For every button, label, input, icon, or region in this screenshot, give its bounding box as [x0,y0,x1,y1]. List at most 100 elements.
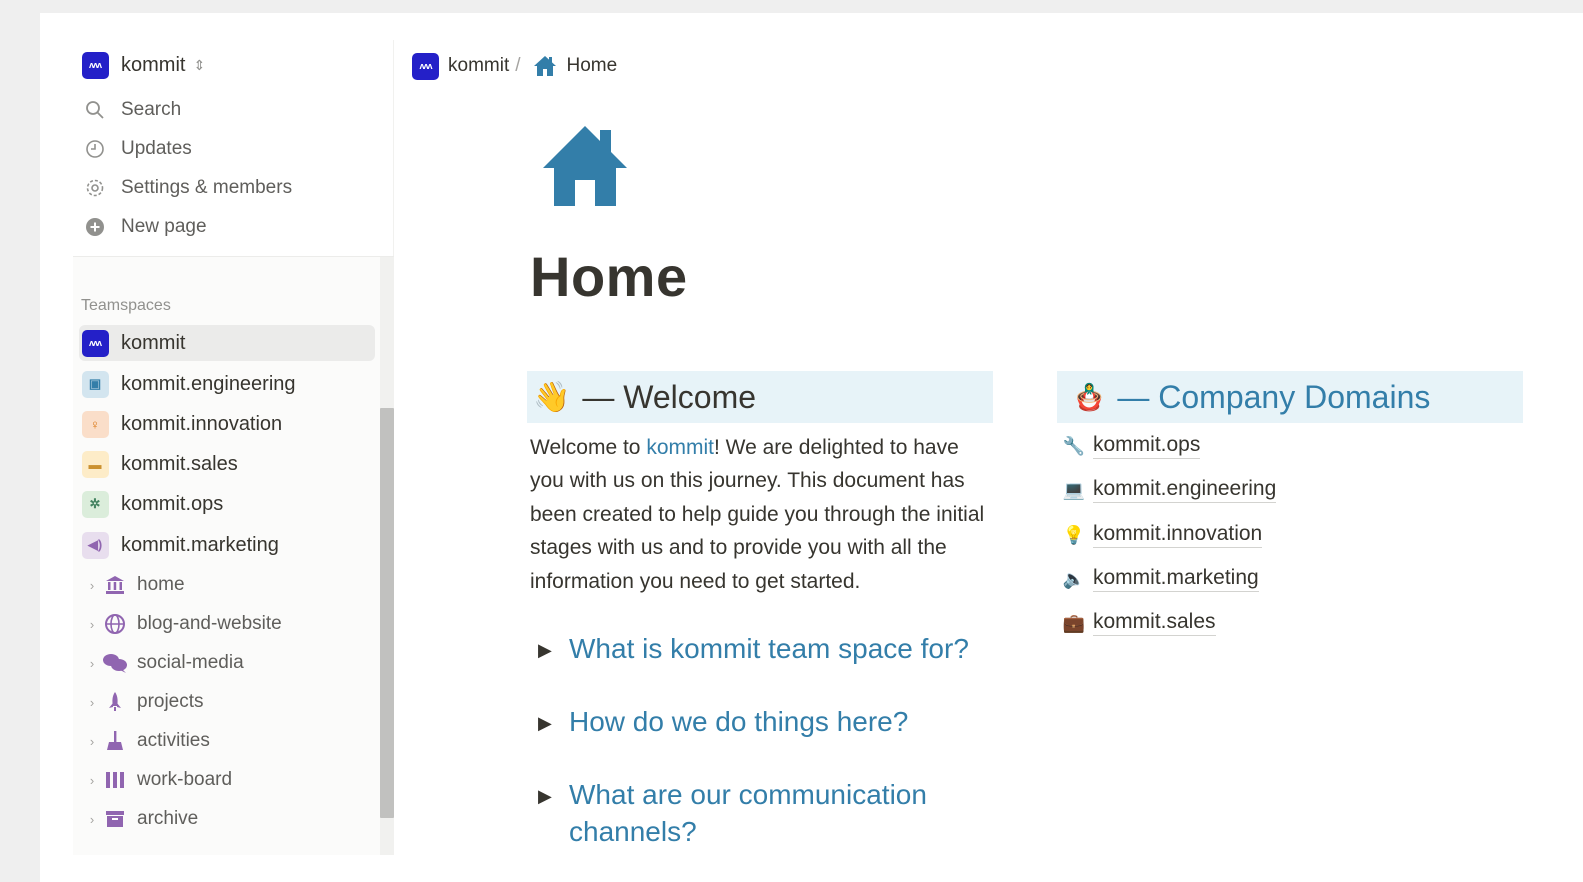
sidebar-search[interactable]: Search [79,92,375,128]
sidebar-page-blog-and-website[interactable]: › blog-and-website [79,606,375,642]
workspace-switcher[interactable]: ʌʌʌ kommit ⇕ [79,47,375,83]
page-label: archive [137,808,199,829]
chevron-right-icon[interactable]: › [85,734,99,749]
sidebar-page-home[interactable]: › home [79,567,375,603]
toggle-communication[interactable]: ▶ What are our communication channels? [538,776,989,850]
kommit-logo-icon: ʌʌʌ [81,329,109,357]
domain-label: kommit.marketing [1093,566,1259,592]
domain-label: kommit.engineering [1093,477,1277,503]
laptop-icon: 💻 [1062,479,1086,500]
chevron-right-icon[interactable]: › [85,695,99,710]
workspace-name: kommit [121,53,186,76]
toggle-how-we-do[interactable]: ▶ How do we do things here? [538,703,989,740]
page-label: work-board [137,769,233,790]
teamspace-label: kommit.sales [121,452,238,475]
speaker-icon: 🔈 [1062,568,1086,589]
bulb-icon: 💡 [1062,524,1086,545]
kommit-link[interactable]: kommit [646,436,714,459]
workspace-logo-icon: ʌʌʌ [81,51,109,79]
sidebar-settings[interactable]: Settings & members [79,170,375,206]
sidebar-scrollbar-thumb[interactable] [380,408,394,818]
toggle-triangle-icon[interactable]: ▶ [538,786,569,807]
welcome-paragraph[interactable]: Welcome to kommit! We are delighted to h… [530,431,996,598]
sidebar-divider [73,256,394,257]
sidebar-search-label: Search [121,99,182,120]
teamspace-label: kommit.engineering [121,372,296,395]
teamspace-ops[interactable]: ✲ kommit.ops [79,486,375,522]
search-icon [81,96,109,124]
bulb-icon: ♀ [81,410,109,438]
page-title[interactable]: Home [530,244,688,309]
page-label: blog-and-website [137,613,282,634]
breadcrumb-separator: / [515,55,521,76]
plus-circle-icon [81,213,109,241]
teamspaces-label: Teamspaces [81,297,171,314]
toggle-triangle-icon[interactable]: ▶ [538,640,569,661]
sidebar-page-work-board[interactable]: › work-board [79,762,375,798]
store-icon: ▬ [81,450,109,478]
breadcrumb-workspace[interactable]: kommit [448,55,509,77]
megaphone-icon: ◀) [81,531,109,559]
briefcase-icon: 💼 [1062,612,1086,633]
archive-box-icon [101,805,129,833]
domain-link-engineering[interactable]: 💻 kommit.engineering [1060,477,1277,503]
domains-heading[interactable]: — Company Domains [1117,379,1430,416]
teamspace-label: kommit.innovation [121,412,283,435]
welcome-text-start: Welcome to [530,436,647,459]
chevron-updown-icon: ⇕ [193,56,206,73]
teamspace-label: kommit.ops [121,492,224,515]
toggle-heading: How do we do things here? [569,706,909,737]
sidebar-page-social-media[interactable]: › social-media [79,645,375,681]
domain-label: kommit.ops [1093,433,1201,459]
teamspace-innovation[interactable]: ♀ kommit.innovation [79,406,375,442]
waving-hand-icon: 👋 [533,380,571,414]
chevron-right-icon[interactable]: › [85,617,99,632]
welcome-heading[interactable]: — Welcome [582,379,756,416]
globe-icon [101,610,129,638]
chevron-right-icon[interactable]: › [85,578,99,593]
sidebar-new-page-label: New page [121,216,207,237]
teamspace-sales[interactable]: ▬ kommit.sales [79,446,375,482]
chevron-right-icon[interactable]: › [85,812,99,827]
sidebar-updates[interactable]: Updates [79,131,375,167]
chevron-right-icon[interactable]: › [85,773,99,788]
domain-link-marketing[interactable]: 🔈 kommit.marketing [1060,566,1259,592]
sidebar-updates-label: Updates [121,138,192,159]
teamspace-label: kommit.marketing [121,533,279,556]
kommit-logo-icon: ʌʌʌ [412,52,439,80]
chevron-right-icon[interactable]: › [85,656,99,671]
clock-icon [81,135,109,163]
welcome-text-end: ! We are delighted to have you with us o… [530,436,985,593]
toggle-team-space[interactable]: ▶ What is kommit team space for? [538,630,989,667]
sidebar-page-archive[interactable]: › archive [79,801,375,837]
domain-link-sales[interactable]: 💼 kommit.sales [1060,610,1216,636]
bank-icon [101,571,129,599]
welcome-callout: 👋 — Welcome [527,371,993,423]
sidebar-new-page[interactable]: New page [79,209,375,245]
page-label: activities [137,730,210,751]
domain-link-innovation[interactable]: 💡 kommit.innovation [1060,522,1263,548]
gear-icon [81,174,109,202]
nesting-doll-icon: 🪆 [1073,381,1106,412]
teamspace-marketing[interactable]: ◀) kommit.marketing [79,527,375,563]
toggle-triangle-icon[interactable]: ▶ [538,713,569,734]
teamspace-kommit[interactable]: ʌʌʌ kommit [79,325,375,361]
teamspace-label: kommit [121,331,186,354]
home-icon[interactable] [540,122,630,212]
teamspace-engineering[interactable]: ▣ kommit.engineering [79,366,375,402]
chat-bubbles-icon [101,649,129,677]
domain-label: kommit.sales [1093,610,1216,636]
domain-link-ops[interactable]: 🔧 kommit.ops [1060,433,1201,459]
breadcrumb: ʌʌʌ kommit / Home [412,50,617,82]
bug-icon: ✲ [81,490,109,518]
columns-icon [101,766,129,794]
domains-callout: 🪆 — Company Domains [1057,371,1523,423]
sidebar-page-projects[interactable]: › projects [79,684,375,720]
sidebar-page-activities[interactable]: › activities [79,723,375,759]
breadcrumb-page[interactable]: Home [567,55,618,77]
wrench-icon: 🔧 [1062,435,1086,456]
home-icon [533,55,557,77]
toggle-heading: What are our communication channels? [569,779,927,847]
sidebar: ʌʌʌ kommit ⇕ Search Updates Settings & m… [73,40,394,855]
toggle-heading: What is kommit team space for? [569,633,969,664]
